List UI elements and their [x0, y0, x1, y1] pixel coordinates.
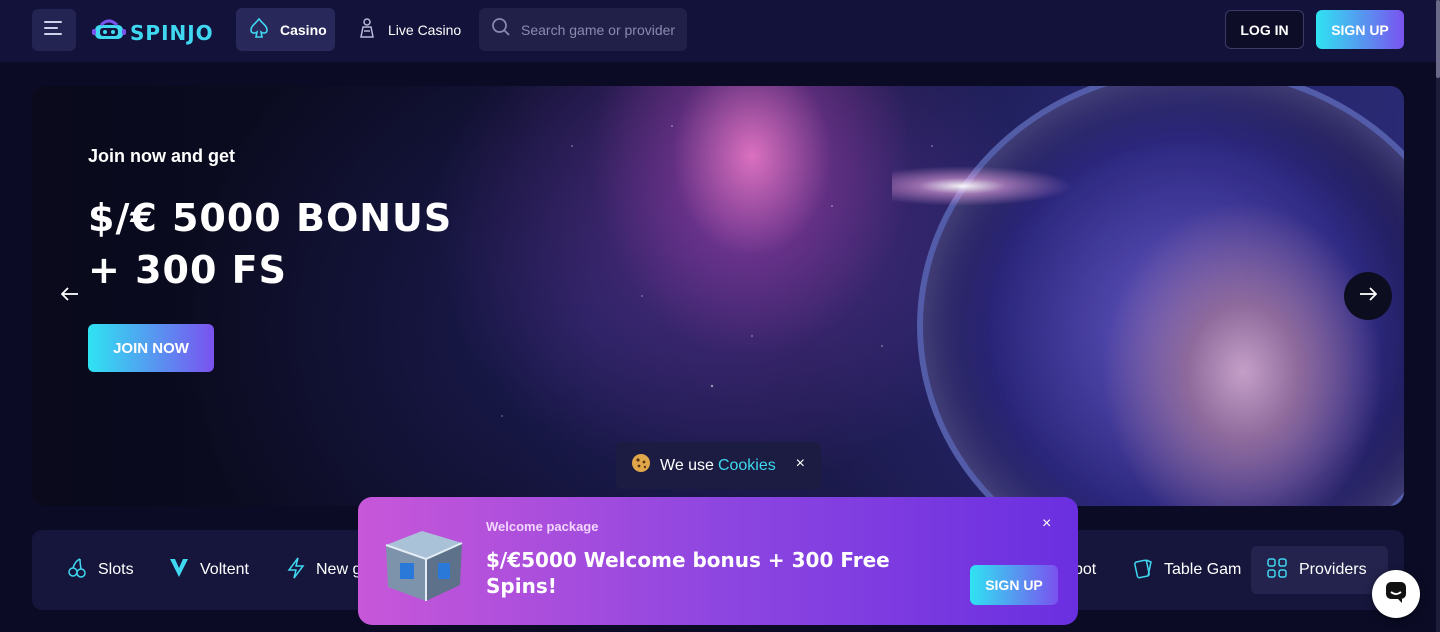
chat-button[interactable]: [1372, 570, 1420, 618]
menu-button[interactable]: [32, 9, 76, 51]
chat-icon: [1384, 580, 1408, 609]
carousel-prev-button[interactable]: [54, 284, 86, 308]
category-providers-label: Providers: [1299, 561, 1367, 578]
nav-live-casino-label: Live Casino: [388, 21, 462, 38]
voltent-icon: [168, 557, 190, 584]
category-slots[interactable]: Slots: [66, 530, 134, 610]
scrollbar-track[interactable]: [1436, 0, 1440, 632]
dealer-icon: [356, 17, 378, 42]
arrow-left-icon: [60, 286, 79, 306]
top-header: SPINJO Casino Live Casino LOG IN SIGN UP: [0, 0, 1436, 62]
category-voltent[interactable]: Voltent: [168, 530, 249, 610]
category-voltent-label: Voltent: [200, 561, 249, 578]
treasure-chest-image: [378, 521, 466, 603]
astronaut-image: [917, 86, 1404, 506]
spade-icon: [248, 17, 270, 42]
hero-subtitle: Join now and get: [88, 146, 235, 166]
carousel-next-button[interactable]: [1344, 272, 1392, 320]
scrollbar-thumb[interactable]: [1436, 0, 1440, 78]
welcome-label: Welcome package: [486, 519, 599, 534]
hero-title: $/€ 5000 BONUS + 300 FS: [88, 192, 508, 296]
login-button[interactable]: LOG IN: [1225, 10, 1304, 49]
welcome-signup-button[interactable]: SIGN UP: [970, 565, 1058, 605]
cookies-link[interactable]: Cookies: [718, 457, 776, 475]
hero-title-line1: $/€ 5000 BONUS: [88, 196, 453, 240]
page: SPINJO Casino Live Casino LOG IN SIGN UP: [0, 0, 1440, 632]
cards-icon: [1132, 557, 1154, 584]
lightning-icon: [286, 557, 306, 584]
search-input[interactable]: [521, 21, 681, 38]
nav-casino-label: Casino: [280, 21, 327, 38]
category-table-games[interactable]: Table Gam: [1132, 530, 1241, 610]
light-flare: [892, 156, 1112, 216]
nav-casino[interactable]: Casino: [236, 8, 335, 51]
welcome-package-popup: Welcome package $/€5000 Welcome bonus + …: [358, 497, 1078, 625]
grid-icon: [1267, 557, 1287, 583]
cherries-icon: [66, 557, 88, 584]
category-new-games[interactable]: New g: [286, 530, 361, 610]
search-box[interactable]: [479, 8, 687, 51]
cookie-icon: [630, 452, 652, 479]
category-slots-label: Slots: [98, 561, 134, 578]
spinjo-logo[interactable]: SPINJO: [92, 17, 214, 48]
robot-logo-icon: [92, 17, 126, 48]
nav-live-casino[interactable]: Live Casino: [352, 8, 461, 51]
welcome-close-button[interactable]: ×: [1042, 515, 1051, 533]
search-icon: [491, 17, 511, 42]
category-table-games-label: Table Gam: [1164, 561, 1242, 578]
cookie-notice: We use Cookies ×: [616, 442, 821, 489]
welcome-title: $/€5000 Welcome bonus + 300 Free Spins!: [486, 548, 890, 598]
arrow-right-icon: [1359, 286, 1378, 306]
category-providers[interactable]: Providers: [1251, 546, 1388, 594]
cookie-text: We use: [660, 456, 714, 474]
signup-button[interactable]: SIGN UP: [1316, 10, 1404, 49]
cookie-close-button[interactable]: ×: [796, 455, 805, 473]
hamburger-icon: [44, 20, 64, 41]
join-now-button[interactable]: JOIN NOW: [88, 324, 214, 372]
category-new-games-label: New g: [316, 561, 362, 578]
hero-title-line2: + 300 FS: [88, 248, 287, 292]
logo-text: SPINJO: [130, 20, 214, 45]
